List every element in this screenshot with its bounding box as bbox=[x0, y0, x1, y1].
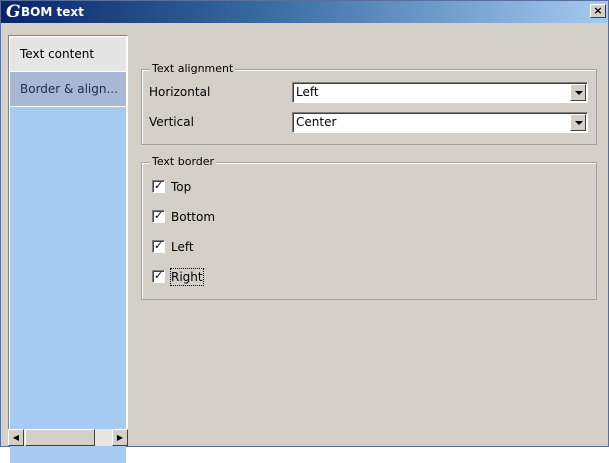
text-alignment-group: Text alignment Horizontal Left Vertical … bbox=[141, 62, 597, 145]
vertical-select-value: Center bbox=[296, 115, 337, 129]
checkbox-box[interactable]: ✓ bbox=[152, 239, 165, 253]
sidebar-item-text-content[interactable]: Text content bbox=[10, 37, 126, 71]
bom-text-dialog: G BOM text × Text content Border & align… bbox=[0, 0, 609, 463]
chevron-down-icon bbox=[575, 121, 583, 125]
sidebar-empty-area bbox=[10, 107, 126, 463]
sidebar: Text content Border & align... bbox=[8, 35, 128, 463]
text-border-group-label: Text border bbox=[150, 155, 217, 169]
vertical-label: Vertical bbox=[149, 115, 194, 129]
scroll-left-button[interactable]: ◀ bbox=[8, 429, 24, 446]
checkmark-icon: ✓ bbox=[154, 269, 164, 282]
app-logo-icon: G bbox=[6, 2, 21, 22]
text-border-group: Text border ✓ Top ✓ Bottom ✓ Left ✓ Righ… bbox=[141, 155, 597, 300]
chevron-down-icon bbox=[575, 91, 583, 95]
horizontal-select[interactable]: Left bbox=[292, 82, 588, 103]
border-left-label: Left bbox=[171, 240, 194, 254]
title-bar[interactable]: G BOM text × bbox=[1, 1, 608, 23]
checkbox-box[interactable]: ✓ bbox=[152, 209, 165, 223]
window-title: BOM text bbox=[21, 5, 84, 19]
checkmark-icon: ✓ bbox=[154, 179, 164, 192]
vertical-select[interactable]: Center bbox=[292, 112, 588, 133]
scroll-right-button[interactable]: ▶ bbox=[112, 429, 128, 446]
checkmark-icon: ✓ bbox=[154, 209, 164, 222]
vertical-dropdown-button[interactable] bbox=[570, 114, 586, 131]
sidebar-horizontal-scrollbar[interactable]: ◀ ▶ bbox=[8, 429, 128, 446]
text-alignment-group-label: Text alignment bbox=[150, 62, 236, 76]
sidebar-item-border-align[interactable]: Border & align... bbox=[10, 72, 126, 106]
scroll-thumb[interactable] bbox=[25, 429, 95, 446]
checkbox-box[interactable]: ✓ bbox=[152, 269, 165, 283]
horizontal-select-value: Left bbox=[296, 85, 319, 99]
horizontal-dropdown-button[interactable] bbox=[570, 84, 586, 101]
border-bottom-label: Bottom bbox=[171, 210, 216, 224]
checkmark-icon: ✓ bbox=[154, 239, 164, 252]
border-right-label: Right bbox=[170, 268, 204, 286]
checkbox-box[interactable]: ✓ bbox=[152, 179, 165, 193]
border-top-label: Top bbox=[171, 180, 192, 194]
close-button[interactable]: × bbox=[590, 4, 606, 18]
horizontal-label: Horizontal bbox=[149, 85, 211, 99]
